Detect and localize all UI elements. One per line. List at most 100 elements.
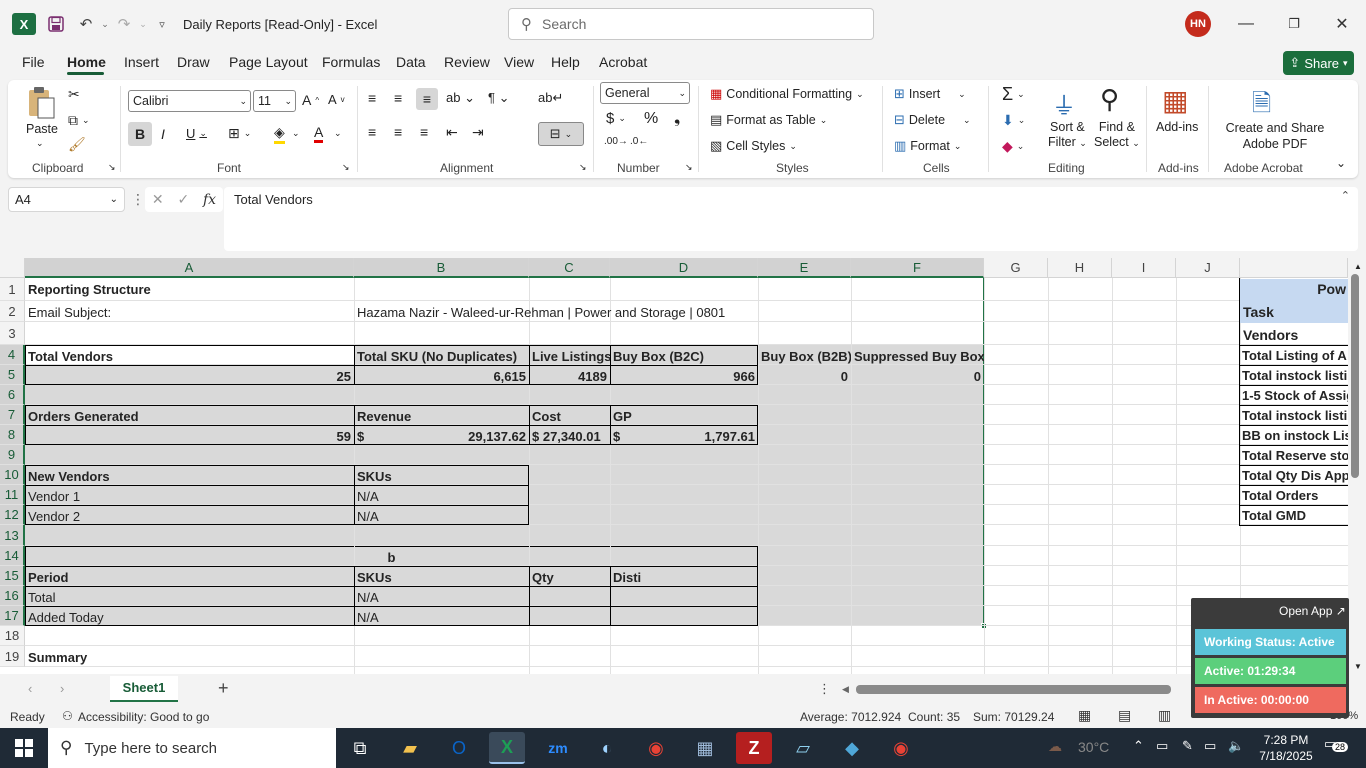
underline-button[interactable]: U ⌄ — [186, 126, 207, 141]
italic-button[interactable]: I — [161, 126, 165, 142]
font-name-select[interactable]: Calibri ⌄ — [128, 90, 251, 112]
create-share-pdf-button[interactable]: Create and Share Adobe PDF — [1218, 120, 1332, 152]
font-launcher-icon[interactable]: ↘ — [342, 162, 350, 173]
sort-filter-button[interactable]: Sort & Filter ⌄ — [1048, 120, 1087, 151]
row-header-17[interactable]: 17 — [0, 606, 25, 626]
name-box[interactable]: A4 ⌄ — [8, 187, 125, 212]
cell-f4[interactable]: Suppressed Buy Box — [851, 346, 984, 366]
fill-color-dropdown-icon[interactable]: ⌄ — [292, 128, 300, 139]
cell-a12[interactable]: Vendor 2 — [25, 506, 354, 526]
borders-icon[interactable]: ⊞ ⌄ — [228, 125, 251, 142]
tab-help[interactable]: Help — [551, 54, 580, 70]
more-options-icon[interactable]: ⋮ — [131, 191, 145, 208]
notifications-icon[interactable]: ▭ 28 — [1324, 736, 1349, 752]
chrome-profile-icon[interactable]: ◉ — [883, 732, 919, 764]
cell-b17[interactable]: N/A — [354, 607, 529, 627]
side-table-item[interactable]: 1-5 Stock of Assig — [1240, 386, 1348, 406]
cell-a16[interactable]: Total — [25, 587, 354, 607]
column-header-f[interactable]: F — [851, 258, 984, 278]
close-icon[interactable]: ✕ — [1327, 10, 1357, 38]
undo-dropdown-icon[interactable]: ⌄ — [95, 14, 115, 34]
side-table-task[interactable]: Task — [1240, 301, 1348, 323]
find-select-button[interactable]: Find & Select ⌄ — [1094, 120, 1140, 151]
autosum-icon[interactable]: Σ ⌄ — [1002, 84, 1025, 105]
worksheet-grid[interactable]: A B C D E F G H I J 1 2 3 4 5 6 7 8 9 10 11 12 13 14 1… — [0, 258, 1348, 674]
file-explorer-icon[interactable]: ▰ — [392, 732, 428, 764]
prev-sheet-icon[interactable]: ‹ — [28, 681, 32, 696]
save-icon[interactable] — [46, 14, 66, 34]
cell-c4[interactable]: Live Listings — [529, 346, 610, 366]
cell-b10[interactable]: SKUs — [354, 466, 529, 486]
row-header-1[interactable]: 1 — [0, 278, 25, 301]
format-cells-button[interactable]: ▥ Format ⌄ — [894, 138, 961, 154]
share-button[interactable]: ⇪ Share ▾ — [1283, 51, 1354, 75]
merge-center-icon[interactable]: ⊟ ⌄ — [538, 122, 584, 146]
accessibility-status[interactable]: Accessibility: Good to go — [78, 710, 209, 724]
column-header-b[interactable]: B — [354, 258, 529, 278]
filezilla-icon[interactable]: Z — [736, 732, 772, 764]
cell-d5[interactable]: 966 — [610, 366, 758, 386]
side-table-item[interactable]: Total instock listi — [1240, 366, 1348, 386]
status-count[interactable]: Count: 35 — [908, 710, 960, 724]
redo-icon[interactable]: ↷ — [114, 14, 134, 34]
row-header-14[interactable]: 14 — [0, 546, 25, 566]
conditional-formatting-button[interactable]: ▦ Conditional Formatting ⌄ — [710, 86, 864, 102]
font-size-select[interactable]: 11 ⌄ — [253, 90, 296, 112]
cell-a4[interactable]: Total Vendors — [25, 346, 354, 366]
weather-temp[interactable]: 30°C — [1078, 739, 1109, 755]
increase-decimal-icon[interactable]: .00→ — [604, 136, 628, 147]
notepad-icon[interactable]: ▱ — [785, 732, 821, 764]
currency-icon[interactable]: $ ⌄ — [606, 110, 626, 127]
cell-a11[interactable]: Vendor 1 — [25, 486, 354, 506]
row-header-9[interactable]: 9 — [0, 445, 25, 465]
add-sheet-icon[interactable]: + — [218, 678, 229, 699]
pen-icon[interactable]: ✎ — [1182, 738, 1193, 754]
tab-acrobat[interactable]: Acrobat — [599, 54, 647, 70]
find-icon[interactable]: ⚲ — [1100, 84, 1119, 115]
restore-icon[interactable]: ❐ — [1279, 10, 1309, 38]
row-header-10[interactable]: 10 — [0, 465, 25, 485]
column-header-c[interactable]: C — [529, 258, 610, 278]
font-color-dropdown-icon[interactable]: ⌄ — [334, 128, 342, 139]
fill-icon[interactable]: ⬇ ⌄ — [1002, 112, 1025, 129]
cell-b16[interactable]: N/A — [354, 587, 529, 607]
status-sum[interactable]: Sum: 70129.24 — [973, 710, 1054, 724]
column-header-i[interactable]: I — [1112, 258, 1176, 278]
side-table-item[interactable]: Total Listing of A — [1240, 346, 1348, 366]
cell-c15[interactable]: Qty — [529, 567, 610, 587]
insert-cells-button[interactable]: ⊞ Insert ⌄ — [894, 86, 966, 102]
vertical-scrollbar[interactable]: ▲ ▼ — [1348, 258, 1366, 674]
avatar[interactable]: HN — [1185, 11, 1211, 37]
cell-b15[interactable]: SKUs — [354, 567, 529, 587]
row-header-11[interactable]: 11 — [0, 485, 25, 505]
cell-a1[interactable]: Reporting Structure — [25, 279, 354, 299]
tab-draw[interactable]: Draw — [177, 54, 210, 70]
outlook-icon[interactable]: O — [441, 732, 477, 764]
row-header-7[interactable]: 7 — [0, 405, 25, 425]
format-as-table-button[interactable]: ▤ Format as Table ⌄ — [710, 112, 827, 128]
decrease-font-icon[interactable]: Av — [328, 92, 345, 107]
cell-a7[interactable]: Orders Generated — [25, 406, 354, 426]
vertical-scroll-thumb[interactable] — [1351, 274, 1359, 478]
clock[interactable]: 7:28 PM 7/18/2025 — [1256, 732, 1316, 764]
cell-b4[interactable]: Total SKU (No Duplicates) — [354, 346, 529, 366]
show-hidden-icons-icon[interactable]: ⌃ — [1133, 738, 1144, 754]
row-header-5[interactable]: 5 — [0, 365, 25, 385]
align-left-icon[interactable]: ≡ — [368, 124, 376, 140]
row-header-15[interactable]: 15 — [0, 566, 25, 586]
wrap-text-icon[interactable]: ab↵ — [538, 90, 563, 106]
page-layout-view-icon[interactable]: ▤ — [1118, 707, 1131, 724]
scroll-left-icon[interactable]: ◀ — [842, 684, 849, 695]
cell-b12[interactable]: N/A — [354, 506, 529, 526]
row-header-13[interactable]: 13 — [0, 525, 25, 546]
decrease-decimal-icon[interactable]: .0← — [630, 136, 648, 147]
row-header-19[interactable]: 19 — [0, 646, 25, 667]
side-table-header[interactable]: Pow — [1240, 279, 1348, 301]
row-header-8[interactable]: 8 — [0, 425, 25, 445]
comma-style-icon[interactable]: ❟ — [674, 110, 680, 128]
windows-start-icon[interactable] — [6, 732, 42, 764]
increase-indent-icon[interactable]: ⇥ — [472, 124, 484, 141]
select-all-corner[interactable] — [0, 258, 25, 278]
enter-icon[interactable]: ✓ — [177, 191, 189, 208]
align-middle-icon[interactable]: ≡ — [394, 90, 402, 106]
